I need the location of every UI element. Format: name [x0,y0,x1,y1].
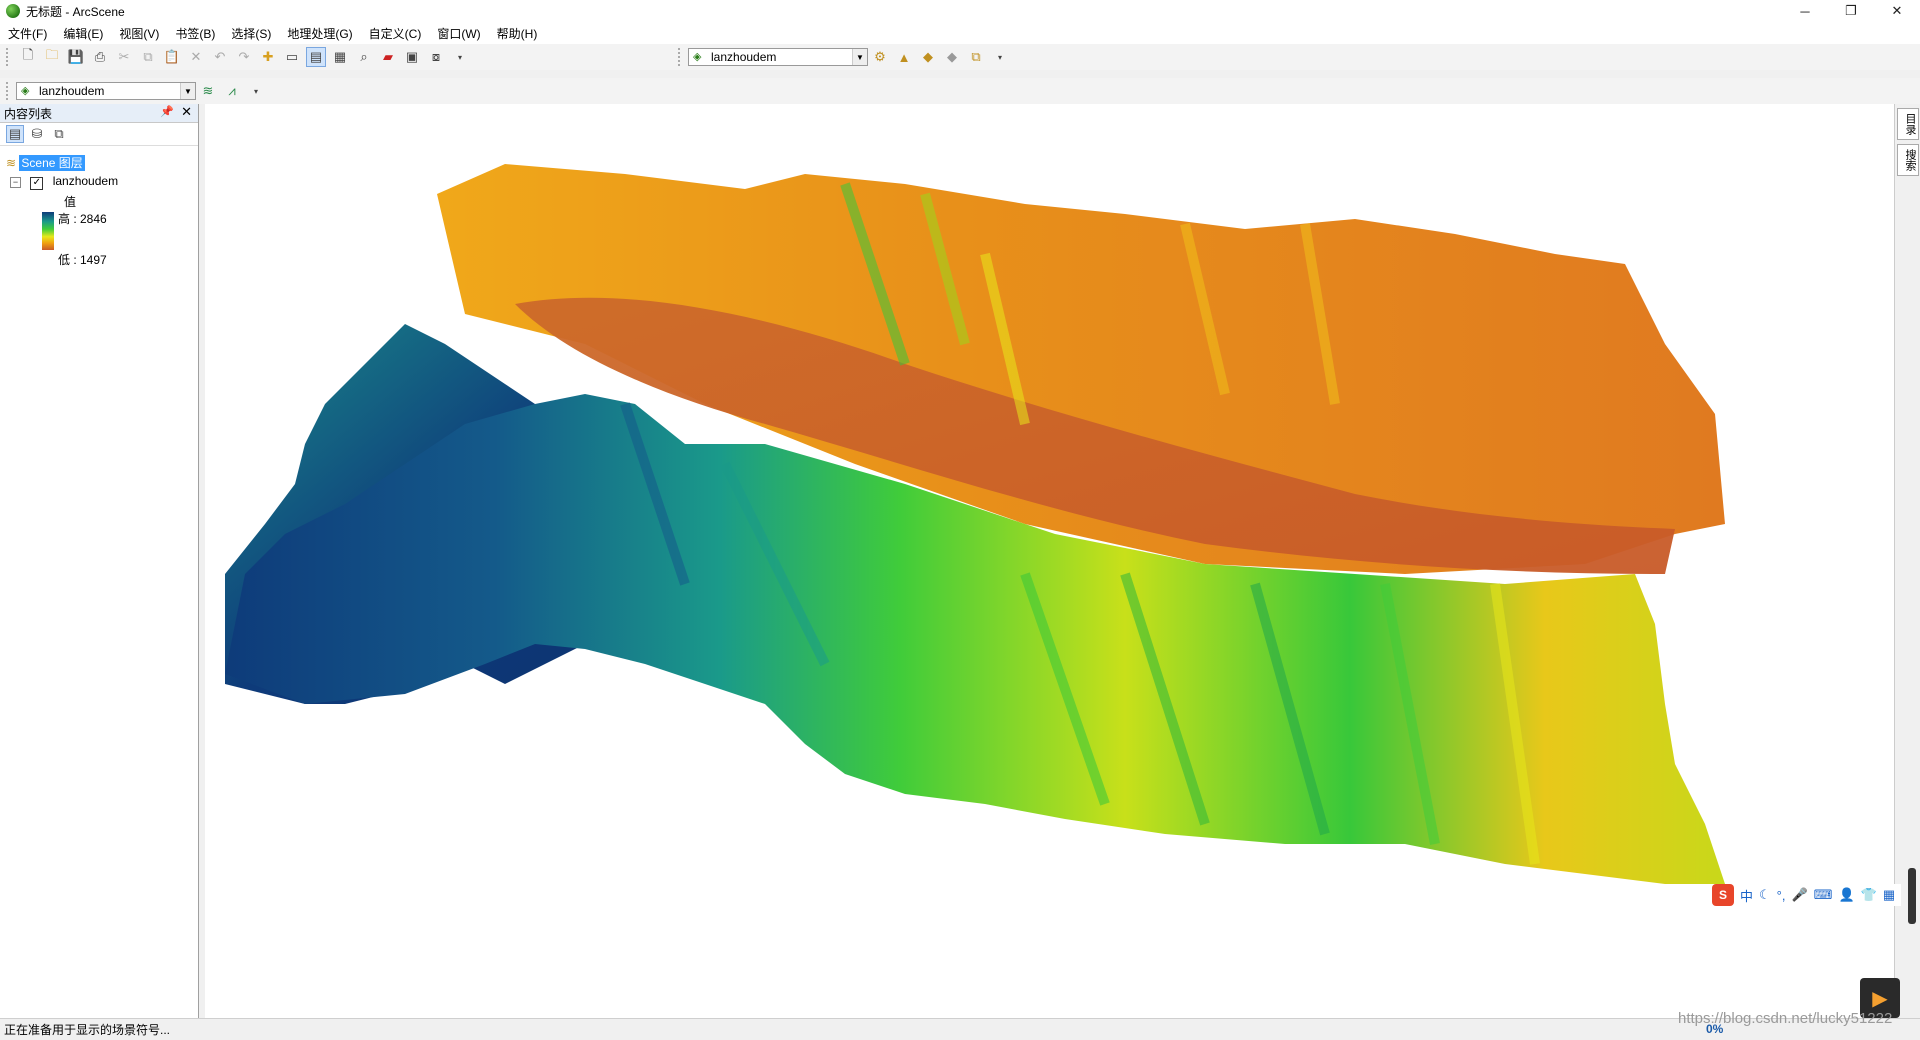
delete-icon[interactable]: ✕ [186,47,206,67]
chevron-down-icon[interactable]: ▼ [180,83,195,99]
profile-icon[interactable]: ⩘ [222,81,242,101]
menu-bookmarks[interactable]: 书签(B) [175,25,215,42]
status-message: 正在准备用于显示的场景符号... [4,1023,171,1037]
layer-select-left[interactable]: ◈ lanzhoudem ▼ [16,82,196,100]
lock-icon[interactable]: ⚙ [870,47,890,67]
shade-icon[interactable]: ◆ [942,47,962,67]
layer-diamond-icon: ◈ [693,51,702,63]
list-by-source-icon[interactable]: ⛁ [28,125,46,143]
toolbar-grip[interactable] [6,82,12,100]
scene-layers-row[interactable]: ≋ Scene 图层 [6,154,85,171]
scene-window-icon[interactable]: ▭ [282,47,302,67]
add-data-icon[interactable]: ✚ [258,47,278,67]
print-icon[interactable]: ⎙ [90,47,110,67]
skin-icon[interactable]: 👕 [1861,887,1877,903]
menu-view[interactable]: 视图(V) [119,25,159,42]
search-tab[interactable]: 搜索 [1897,144,1919,176]
menu-customize[interactable]: 自定义(C) [369,25,422,42]
chevron-down-icon[interactable]: ▼ [852,49,867,65]
python-window-icon[interactable]: ▣ [402,47,422,67]
toolbar-options-icon[interactable]: ▾ [450,47,470,67]
arcscene-app-icon [6,4,20,18]
layer-diamond-icon: ◈ [21,85,30,97]
toolbox-icon[interactable]: ▰ [378,47,398,67]
right-dock-strip: 目录 搜索 [1894,104,1920,1018]
menu-geoprocessing[interactable]: 地理处理(G) [287,25,352,42]
status-bar: 正在准备用于显示的场景符号... [0,1018,1920,1040]
grid-icon[interactable]: ▦ [1883,887,1895,903]
ime-toolbar: S 中 ☾ °, 🎤 ⌨ 👤 👕 ▦ [1712,884,1902,906]
toc-header: 内容列表 📌 ✕ [0,104,198,123]
toolbar-grip[interactable] [678,48,684,66]
catalog-window-icon[interactable]: ▦ [330,47,350,67]
close-icon[interactable]: ✕ [181,104,192,120]
table-of-contents: 内容列表 📌 ✕ ▤ ⛁ ⧉ ≋ Scene 图层 − ✓ lanzhoudem… [0,104,199,1018]
scene-viewport[interactable] [205,104,1895,1018]
render-progress: 0% [1706,1022,1724,1036]
sogou-logo-icon[interactable]: S [1712,884,1734,906]
punctuation-icon[interactable]: °, [1777,888,1786,903]
menu-window[interactable]: 窗口(W) [437,25,480,42]
pin-icon[interactable]: 📌 [160,105,174,118]
menu-bar: 文件(F) 编辑(E) 视图(V) 书签(B) 选择(S) 地理处理(G) 自定… [0,22,1920,44]
layer-name: lanzhoudem [52,174,119,188]
layer-select-top[interactable]: ◈ lanzhoudem ▼ [688,48,868,66]
scene-layers-label: Scene 图层 [19,155,85,171]
legend-color-ramp [42,212,54,250]
layer-stack-icon[interactable]: ⧉ [966,47,986,67]
list-by-visibility-icon[interactable]: ⧉ [50,125,68,143]
fly-icon[interactable]: ▲ [894,47,914,67]
tag-icon[interactable]: ◆ [918,47,938,67]
model-builder-icon[interactable]: ⧇ [426,47,446,67]
layer-select-left-value: lanzhoudem [39,84,105,98]
menu-file[interactable]: 文件(F) [8,25,47,42]
catalog-tab[interactable]: 目录 [1897,108,1919,140]
toc-toolbar: ▤ ⛁ ⧉ [0,123,198,146]
toc-title: 内容列表 [4,106,53,121]
standard-toolbar: 🗋 🗀 💾 ⎙ ✂ ⧉ 📋 ✕ ↶ ↷ ✚ ▭ ▤ ▦ ⌕ ▰ ▣ ⧇ ▾ ◈ … [0,44,1920,70]
redo-icon[interactable]: ↷ [234,47,254,67]
paste-icon[interactable]: 📋 [162,47,182,67]
toolbar-options-icon[interactable]: ▾ [990,47,1010,67]
open-folder-icon[interactable]: 🗀 [42,47,62,67]
minimize-button[interactable]: ─ [1782,0,1828,22]
layer-visibility-checkbox[interactable]: ✓ [30,177,44,190]
menu-selection[interactable]: 选择(S) [231,25,271,42]
legend-low: 低 : 1497 [58,253,107,267]
toolbar-grip[interactable] [6,48,12,66]
legend-high: 高 : 2846 [58,212,107,226]
contour-icon[interactable]: ≋ [198,81,218,101]
search-window-icon[interactable]: ⌕ [354,47,374,67]
new-doc-icon[interactable]: 🗋 [18,47,38,67]
window-title: 无标题 - ArcScene [26,4,125,19]
menu-help[interactable]: 帮助(H) [497,25,538,42]
collapse-icon[interactable]: − [10,177,21,188]
menu-edit[interactable]: 编辑(E) [63,25,103,42]
scrollbar-thumb[interactable] [1908,868,1916,924]
user-icon[interactable]: 👤 [1838,887,1854,903]
title-bar: 无标题 - ArcScene ─ ❐ ✕ [0,0,1920,22]
moon-icon[interactable]: ☾ [1759,887,1771,903]
cut-icon[interactable]: ✂ [114,47,134,67]
restore-button[interactable]: ❐ [1828,0,1874,22]
layer-select-top-value: lanzhoudem [711,50,777,64]
ime-language[interactable]: 中 [1740,886,1753,905]
toc-window-icon[interactable]: ▤ [306,47,326,67]
layer-row-lanzhoudem[interactable]: − ✓ lanzhoudem [10,174,118,190]
microphone-icon[interactable]: 🎤 [1791,887,1807,903]
list-by-drawing-order-icon[interactable]: ▤ [6,125,24,143]
toolbar-options-icon[interactable]: ▾ [246,81,266,101]
legend-heading: 值 [64,195,77,209]
3d-analyst-toolbar: ◈ lanzhoudem ▼ ≋ ⩘ ▾ [0,78,1920,104]
close-button[interactable]: ✕ [1874,0,1920,22]
save-icon[interactable]: 💾 [66,47,86,67]
copy-icon[interactable]: ⧉ [138,47,158,67]
layers-icon: ≋ [6,156,17,170]
keyboard-icon[interactable]: ⌨ [1814,887,1833,903]
undo-icon[interactable]: ↶ [210,47,230,67]
terrain-3d-render [225,164,1725,884]
